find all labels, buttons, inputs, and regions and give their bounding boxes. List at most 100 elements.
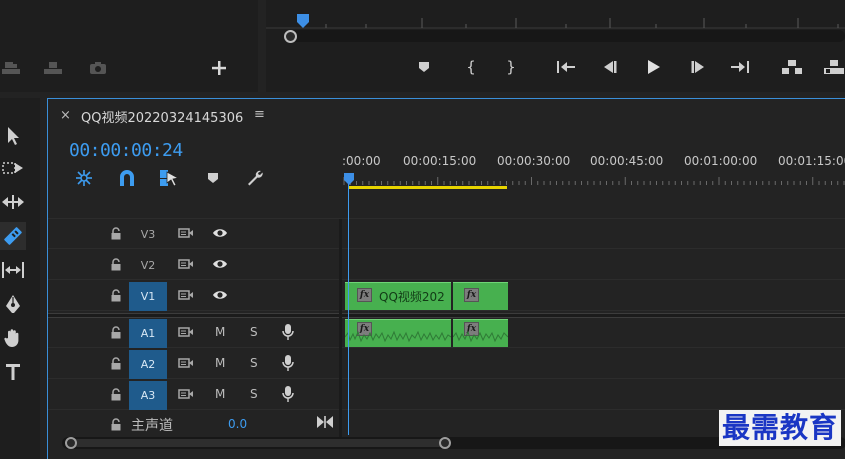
ruler-label: 00:00:45:00 bbox=[590, 154, 664, 168]
step-back-button[interactable] bbox=[598, 55, 622, 79]
slip-tool[interactable] bbox=[0, 256, 26, 284]
track-header-a1: A1 M S bbox=[48, 318, 339, 348]
solo-button-a1[interactable]: S bbox=[250, 325, 258, 339]
panel-menu-icon[interactable]: ≡ bbox=[254, 107, 265, 122]
sync-lock-icon[interactable] bbox=[178, 386, 194, 402]
linked-selection-button[interactable] bbox=[159, 169, 179, 187]
extract-button[interactable] bbox=[822, 55, 845, 79]
go-to-end-icon[interactable] bbox=[316, 415, 334, 429]
step-forward-button[interactable] bbox=[686, 55, 710, 79]
track-target-a1[interactable]: A1 bbox=[129, 319, 167, 348]
hand-icon bbox=[4, 329, 19, 347]
track-lane-v3[interactable] bbox=[342, 219, 845, 249]
ruler-label: 00:00:15:00 bbox=[403, 154, 477, 168]
track-lane-v2[interactable] bbox=[342, 250, 845, 280]
eye-icon[interactable] bbox=[212, 256, 228, 272]
insert-button[interactable] bbox=[0, 57, 22, 79]
nest-sequence-button[interactable] bbox=[75, 169, 93, 187]
lock-icon[interactable] bbox=[108, 324, 124, 340]
lock-icon[interactable] bbox=[108, 256, 124, 272]
playhead-handle[interactable] bbox=[343, 172, 355, 186]
sequence-tab-title[interactable]: QQ视频20220324145306 bbox=[81, 107, 243, 126]
mark-out-button[interactable]: } bbox=[499, 55, 523, 79]
go-to-in-button[interactable] bbox=[554, 55, 578, 79]
add-marker-button[interactable] bbox=[412, 55, 436, 79]
program-playhead[interactable] bbox=[296, 13, 310, 29]
track-header-a2: A2 M S bbox=[48, 349, 339, 379]
add-button[interactable] bbox=[208, 57, 230, 79]
lock-icon[interactable] bbox=[108, 287, 124, 303]
solo-button-a3[interactable]: S bbox=[250, 387, 258, 401]
lock-icon[interactable] bbox=[108, 386, 124, 402]
lift-button[interactable] bbox=[780, 55, 804, 79]
timeline-settings-button[interactable] bbox=[246, 169, 264, 187]
go-to-in-icon bbox=[557, 61, 575, 73]
track-target-v3[interactable]: V3 bbox=[129, 220, 167, 249]
audio-clip-1[interactable]: fx bbox=[345, 319, 451, 347]
microphone-icon[interactable] bbox=[280, 324, 296, 340]
timeline-zoom-thumb[interactable] bbox=[68, 439, 444, 447]
marker-icon bbox=[419, 62, 429, 72]
sync-lock-icon[interactable] bbox=[178, 256, 194, 272]
track-select-tool[interactable] bbox=[0, 154, 26, 182]
hand-tool[interactable] bbox=[0, 324, 26, 352]
mark-in-button[interactable]: { bbox=[459, 55, 483, 79]
ripple-edit-icon bbox=[2, 195, 24, 209]
lock-icon[interactable] bbox=[108, 416, 124, 432]
lift-icon bbox=[782, 60, 802, 74]
sync-lock-icon[interactable] bbox=[178, 355, 194, 371]
timeline-panel: × QQ视频20220324145306 ≡ 00:00:00:24 :00:0… bbox=[47, 98, 845, 459]
track-header-master: 主声道 0.0 bbox=[48, 411, 339, 437]
ruler-label: 00:01:00:00 bbox=[684, 154, 758, 168]
ripple-edit-tool[interactable] bbox=[0, 188, 26, 216]
audio-clip-2[interactable]: fx bbox=[453, 319, 508, 347]
timeline-zoom-handle-left[interactable] bbox=[65, 437, 77, 449]
work-area-bar[interactable] bbox=[348, 186, 507, 189]
track-lane-a2[interactable] bbox=[342, 349, 845, 379]
razor-tool[interactable] bbox=[0, 222, 26, 250]
pen-tool[interactable] bbox=[0, 290, 26, 318]
program-zoom-scrollbar[interactable] bbox=[288, 30, 845, 42]
solo-button-a2[interactable]: S bbox=[250, 356, 258, 370]
timeline-zoom-handle-right[interactable] bbox=[439, 437, 451, 449]
watermark-text: 最需教育 bbox=[719, 410, 842, 446]
go-to-out-button[interactable] bbox=[728, 55, 752, 79]
step-back-icon bbox=[604, 61, 617, 73]
microphone-icon[interactable] bbox=[280, 386, 296, 402]
play-button[interactable] bbox=[641, 55, 665, 79]
ruler-label: 00:00:30:00 bbox=[497, 154, 571, 168]
program-zoom-handle[interactable] bbox=[284, 30, 297, 43]
eye-icon[interactable] bbox=[212, 287, 228, 303]
slip-icon bbox=[2, 262, 24, 278]
track-target-a2[interactable]: A2 bbox=[129, 350, 167, 379]
mute-button-a2[interactable]: M bbox=[215, 356, 225, 370]
video-clip-2[interactable]: fx bbox=[453, 282, 508, 310]
sync-lock-icon[interactable] bbox=[178, 225, 194, 241]
playhead-timecode[interactable]: 00:00:00:24 bbox=[69, 140, 183, 161]
track-header-v2: V2 bbox=[48, 250, 339, 280]
close-tab-icon[interactable]: × bbox=[60, 108, 71, 123]
mute-button-a1[interactable]: M bbox=[215, 325, 225, 339]
microphone-icon[interactable] bbox=[280, 355, 296, 371]
overwrite-button[interactable] bbox=[42, 57, 64, 79]
track-lane-a3[interactable] bbox=[342, 380, 845, 410]
sync-lock-icon[interactable] bbox=[178, 324, 194, 340]
selection-tool[interactable] bbox=[0, 122, 26, 150]
mark-out-icon: } bbox=[506, 58, 516, 76]
mute-button-a3[interactable]: M bbox=[215, 387, 225, 401]
lock-icon[interactable] bbox=[108, 355, 124, 371]
sync-lock-icon[interactable] bbox=[178, 287, 194, 303]
add-marker-timeline-button[interactable] bbox=[207, 172, 219, 184]
eye-icon[interactable] bbox=[212, 225, 228, 241]
lock-icon[interactable] bbox=[108, 225, 124, 241]
ruler-label: 00:01:15:00 bbox=[778, 154, 845, 168]
snap-button[interactable] bbox=[118, 169, 136, 187]
video-clip-1[interactable]: fx QQ视频202 bbox=[345, 282, 451, 310]
track-target-v2[interactable]: V2 bbox=[129, 251, 167, 280]
export-frame-button[interactable] bbox=[87, 57, 109, 79]
type-tool[interactable] bbox=[0, 358, 26, 386]
master-volume-value[interactable]: 0.0 bbox=[228, 417, 247, 431]
track-target-a3[interactable]: A3 bbox=[129, 381, 167, 410]
track-header-v3: V3 bbox=[48, 219, 339, 249]
track-target-v1[interactable]: V1 bbox=[129, 282, 167, 311]
